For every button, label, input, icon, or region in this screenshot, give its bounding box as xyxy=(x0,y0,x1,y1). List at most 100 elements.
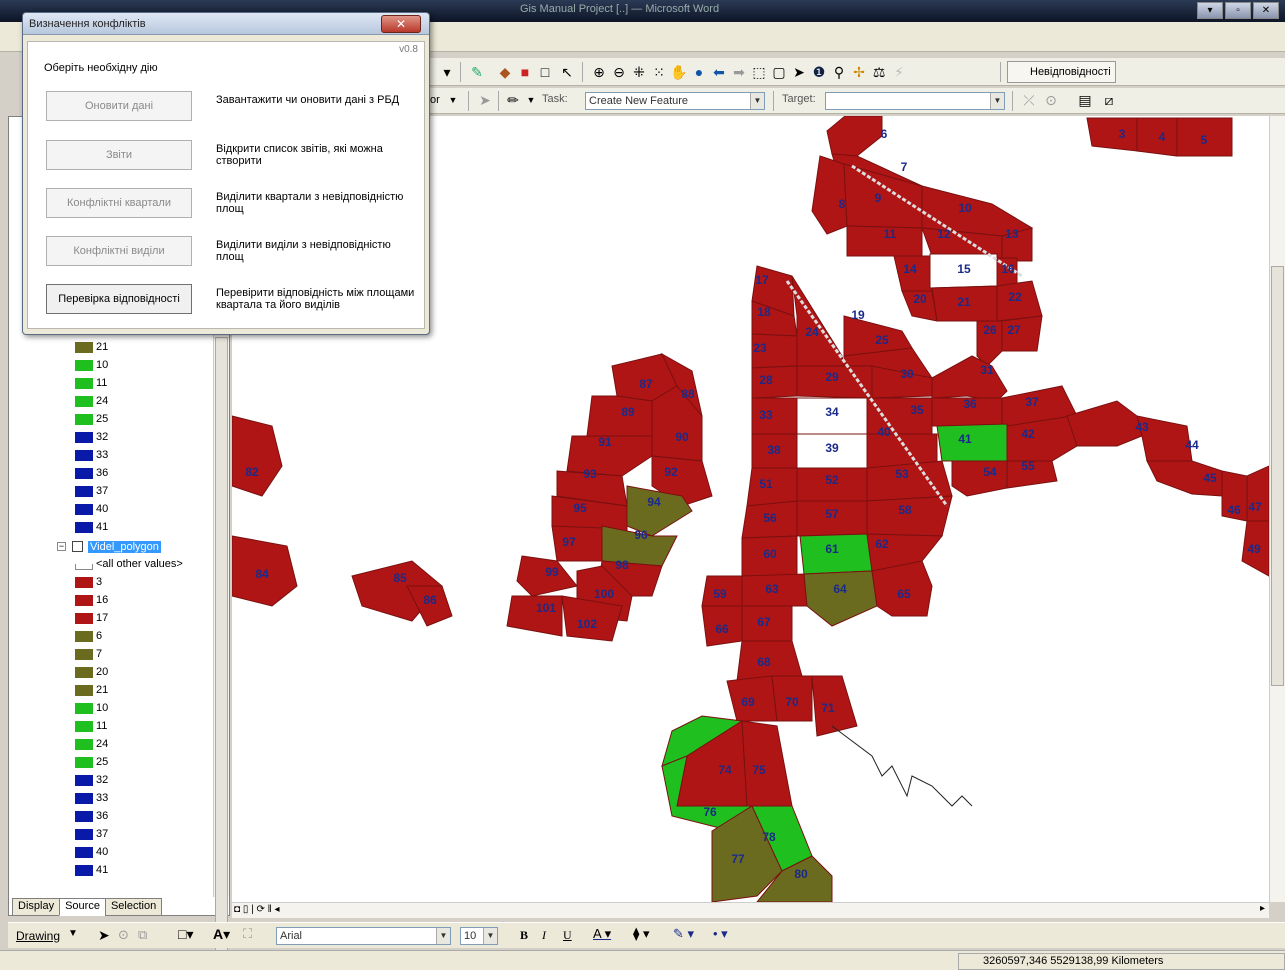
legend-label: <all other values> xyxy=(96,558,183,570)
find-icon[interactable]: ⚲ xyxy=(830,63,848,81)
forward-icon[interactable]: ➡ xyxy=(730,63,748,81)
conflicts-dialog: Визначення конфліктів ✕ v0.8 Оберіть нео… xyxy=(22,12,430,335)
chevron-down-icon[interactable]: ▼ xyxy=(522,91,540,109)
quarter-label: 99 xyxy=(545,565,559,579)
hyperlink-icon[interactable]: ⚡ xyxy=(890,63,908,81)
quarter-89[interactable] xyxy=(586,395,653,437)
quarter-3[interactable] xyxy=(1086,117,1138,152)
text-icon[interactable]: A▾ xyxy=(213,926,230,943)
chevron-down-icon[interactable]: ▼ xyxy=(444,91,462,109)
close-window-button[interactable]: ✕ xyxy=(1253,2,1279,19)
dialog-close-button[interactable]: ✕ xyxy=(381,15,421,33)
update-data-button[interactable]: Оновити дані xyxy=(46,91,192,121)
quarter-53[interactable] xyxy=(866,460,953,502)
quarter-label: 66 xyxy=(715,622,729,636)
attributes-icon[interactable]: ▤ xyxy=(1076,91,1094,109)
map-vertical-scrollbar[interactable] xyxy=(1269,116,1285,902)
select-elements-icon[interactable]: ➤ xyxy=(790,63,808,81)
conflict-allotments-button[interactable]: Конфліктні виділи xyxy=(46,236,192,266)
maximize-button[interactable]: ▫ xyxy=(1225,2,1251,19)
window-icon[interactable]: □ xyxy=(536,63,554,81)
font-select[interactable]: Arial ▼ xyxy=(276,927,451,945)
sketch-properties-icon[interactable]: ⧄ xyxy=(1100,91,1118,109)
legend-item: 11 xyxy=(75,718,107,735)
font-size-select[interactable]: 10 ▼ xyxy=(460,927,498,945)
edit-vertices-icon[interactable]: ⛶ xyxy=(243,926,252,942)
layout-view-buttons[interactable]: ◘ ▯ | ⟳ ‖ ◂ xyxy=(234,904,280,915)
chevron-down-icon[interactable]: ▼ xyxy=(68,928,78,939)
marker-color-icon[interactable]: • ▾ xyxy=(713,926,728,942)
rotate-icon[interactable]: ⊙ xyxy=(118,927,129,943)
drawing-menu[interactable]: Drawing xyxy=(16,929,60,943)
quarter-label: 45 xyxy=(1203,471,1217,485)
select-elements-icon[interactable]: ➤ xyxy=(98,927,110,944)
layer-videl-polygon[interactable]: − Videl_polygon xyxy=(57,538,161,555)
select-features-icon[interactable]: ⬚ xyxy=(750,63,768,81)
tab-display[interactable]: Display xyxy=(12,898,61,916)
quarter-6[interactable] xyxy=(826,116,883,157)
collapse-icon[interactable]: − xyxy=(57,542,66,551)
quarter-75[interactable] xyxy=(741,720,793,807)
sketch-tool-icon[interactable]: ✏ xyxy=(504,91,522,109)
identify-icon[interactable]: ❶ xyxy=(810,63,828,81)
dropdown-arrow-icon[interactable]: ▾ xyxy=(438,63,456,81)
font-color-icon[interactable]: A ▾ xyxy=(593,926,611,942)
quarter-64[interactable] xyxy=(803,570,878,627)
layer-name[interactable]: Videl_polygon xyxy=(88,540,161,553)
legend-label: 11 xyxy=(96,720,108,732)
arctoolbox-icon[interactable]: ■ xyxy=(516,63,534,81)
zoom-out-icon[interactable]: ⊖ xyxy=(610,63,628,81)
whats-this-icon[interactable]: ↖ xyxy=(558,63,576,81)
legend-label: 36 xyxy=(96,467,109,479)
zoom-to-selected-icon[interactable]: ⧉ xyxy=(138,927,147,943)
quarter-41[interactable] xyxy=(936,423,1008,462)
quarter-97[interactable] xyxy=(551,525,603,562)
legend-item: 33 xyxy=(75,790,108,807)
underline-button[interactable]: U xyxy=(563,928,572,943)
bold-button[interactable]: B xyxy=(520,928,528,943)
target-select[interactable]: ▼ xyxy=(825,92,1005,110)
rotate-tool-icon[interactable]: ⊙ xyxy=(1042,91,1060,109)
split-tool-icon[interactable]: ⤫ xyxy=(1020,91,1038,109)
toolbox-icon[interactable]: ◆ xyxy=(496,63,514,81)
conflict-quarters-button[interactable]: Конфліктні квартали xyxy=(46,188,192,218)
legend-item: 6 xyxy=(75,628,102,645)
back-icon[interactable]: ⬅ xyxy=(710,63,728,81)
quarter-label: 16 xyxy=(1001,262,1015,276)
go-to-xy-icon[interactable]: ✢ xyxy=(850,63,868,81)
quarter-54[interactable] xyxy=(951,460,1008,497)
legend-item: 24 xyxy=(75,393,108,410)
inconsistencies-button[interactable]: Невідповідності xyxy=(1007,61,1116,83)
quarter-4[interactable] xyxy=(1136,117,1178,157)
pan-icon[interactable]: ✋ xyxy=(670,63,688,81)
edit-tool-icon[interactable]: ➤ xyxy=(476,91,494,109)
line-color-icon[interactable]: ✎ ▾ xyxy=(673,926,694,942)
consistency-check-button[interactable]: Перевірка відповідності xyxy=(46,284,192,314)
task-select[interactable]: Create New Feature ▼ xyxy=(585,92,765,110)
zoom-in-icon[interactable]: ⊕ xyxy=(590,63,608,81)
quarter-label: 59 xyxy=(713,587,727,601)
quarter-label: 69 xyxy=(741,695,755,709)
rectangle-icon[interactable]: □▾ xyxy=(178,926,193,943)
quarter-43[interactable] xyxy=(1066,400,1143,447)
tab-selection[interactable]: Selection xyxy=(104,898,163,916)
quarter-31[interactable] xyxy=(931,355,1008,402)
clear-selection-icon[interactable]: ▢ xyxy=(770,63,788,81)
tab-source[interactable]: Source xyxy=(59,898,106,916)
quarter-82[interactable] xyxy=(232,415,283,497)
quarter-8[interactable] xyxy=(811,155,848,235)
fixed-zoom-out-icon[interactable]: ⁙ xyxy=(650,63,668,81)
fixed-zoom-in-icon[interactable]: ⁜ xyxy=(630,63,648,81)
layer-visibility-checkbox[interactable] xyxy=(72,541,83,552)
minimize-button[interactable]: ▾ xyxy=(1197,2,1223,19)
italic-button[interactable]: I xyxy=(542,928,546,943)
legend-item: 16 xyxy=(75,592,108,609)
scroll-right-icon[interactable]: ▸ xyxy=(1260,903,1265,914)
full-extent-icon[interactable]: ● xyxy=(690,63,708,81)
editor-menu-fragment[interactable]: or xyxy=(430,94,440,106)
map-horizontal-scrollbar[interactable]: ◘ ▯ | ⟳ ‖ ◂ ▸ xyxy=(232,902,1269,918)
reports-button[interactable]: Звіти xyxy=(46,140,192,170)
fill-color-icon[interactable]: ⧫ ▾ xyxy=(633,926,650,942)
measure-icon[interactable]: ⚖ xyxy=(870,63,888,81)
editor-icon[interactable]: ✎ xyxy=(468,63,486,81)
